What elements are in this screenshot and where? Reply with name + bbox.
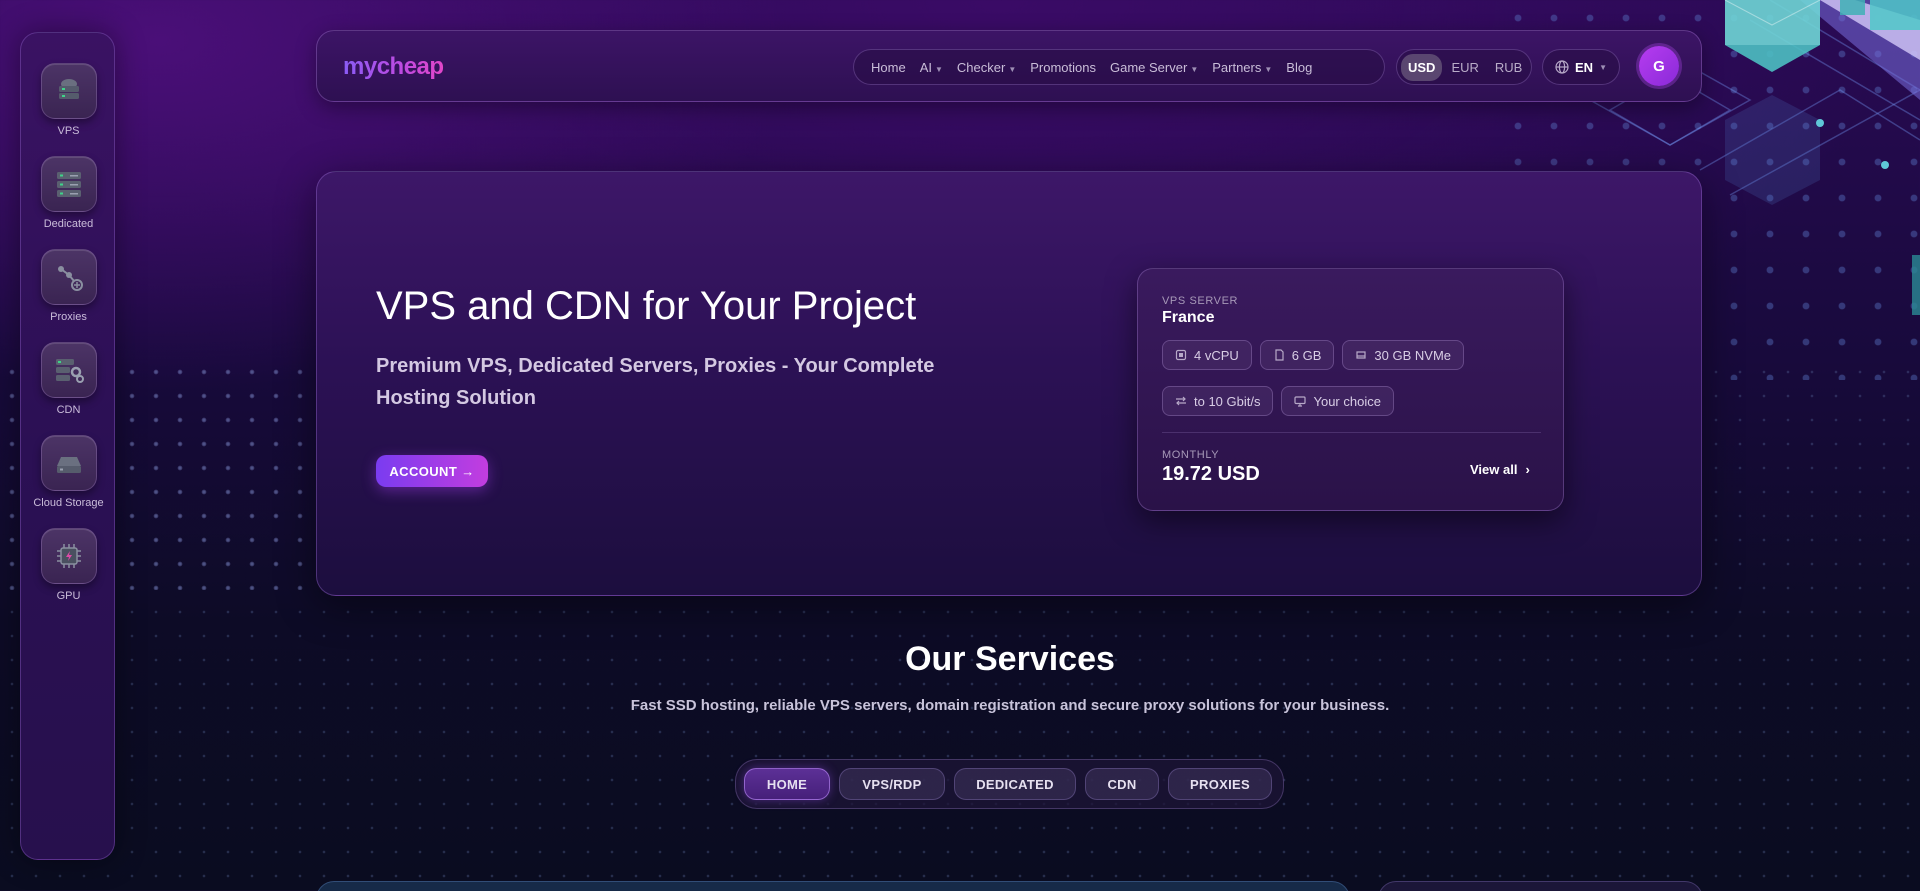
nav-label: Game Server (1110, 59, 1188, 75)
currency-switcher: USD EUR RUB (1396, 49, 1532, 85)
chevron-right-icon: › (1525, 462, 1530, 477)
nav-label: Checker (956, 59, 1006, 75)
sidebar-item-cdn[interactable]: CDN (21, 342, 116, 416)
sidebar-item-gpu[interactable]: GPU (21, 528, 116, 602)
server-price: 19.72 USD (1162, 463, 1260, 485)
nav-item-checker[interactable]: Checker ▼ (950, 60, 1023, 75)
language-selector[interactable]: EN ▼ (1542, 49, 1620, 85)
sidebar-item-label: Proxies (50, 311, 87, 323)
services-tabs: HOME VPS/RDP DEDICATED CDN PROXIES (735, 759, 1284, 809)
nav-label: Home (871, 59, 906, 75)
sidebar-item-label: Cloud Storage (33, 497, 104, 509)
spec-os: Your choice (1281, 386, 1394, 416)
chevron-down-icon: ▼ (1599, 62, 1607, 72)
nav-item-promotions[interactable]: Promotions (1023, 60, 1103, 75)
cloud-storage-icon (40, 435, 97, 491)
currency-rub[interactable]: RUB (1488, 54, 1529, 81)
main-nav: Home AI ▼ Checker ▼ Promotions Game Server… (853, 49, 1385, 85)
chevron-down-icon: ▼ (1008, 64, 1017, 74)
nav-label: AI (919, 59, 932, 75)
sidebar: VPS Dedicated Proxies CDN Cloud Storage … (20, 32, 115, 860)
hero-subtitle: Premium VPS, Dedicated Servers, Proxies … (376, 355, 935, 409)
account-button[interactable]: ACCOUNT → (376, 455, 488, 487)
tab-vps-rdp[interactable]: VPS/RDP (839, 768, 945, 800)
sidebar-item-label: Dedicated (43, 218, 94, 230)
tab-dedicated[interactable]: DEDICATED (954, 768, 1076, 800)
proxies-icon (40, 249, 97, 305)
brand-logo[interactable]: mycheap (343, 53, 444, 81)
memory-icon (1275, 349, 1284, 361)
chevron-down-icon: ▼ (1190, 64, 1199, 74)
language-label: EN (1575, 59, 1594, 75)
spec-cpu-label: 4 vCPU (1194, 347, 1239, 363)
currency-usd[interactable]: USD (1401, 53, 1443, 81)
sidebar-item-cloud-storage[interactable]: Cloud Storage (21, 435, 116, 509)
tab-home[interactable]: HOME (744, 768, 830, 800)
sidebar-item-vps[interactable]: VPS (21, 63, 116, 137)
card-caption: VPS SERVER (1162, 295, 1239, 307)
spec-network-label: to 10 Gbit/s (1194, 393, 1261, 409)
spec-ram: 6 GB (1259, 340, 1335, 370)
spec-network: to 10 Gbit/s (1162, 386, 1274, 416)
card-divider (1162, 432, 1541, 433)
services-subtitle: Fast SSD hosting, reliable VPS servers, … (630, 697, 1390, 714)
vps-icon (40, 63, 97, 119)
cpu-icon (1175, 349, 1187, 361)
sidebar-item-proxies[interactable]: Proxies (21, 249, 116, 323)
chevron-down-icon: ▼ (1264, 64, 1273, 74)
gpu-chip-icon (40, 528, 97, 584)
monitor-icon (1294, 396, 1307, 407)
tab-cdn[interactable]: CDN (1085, 768, 1159, 800)
billing-period: MONTHLY (1162, 449, 1220, 461)
spec-cpu: 4 vCPU (1162, 340, 1252, 370)
nav-item-blog[interactable]: Blog (1279, 60, 1319, 75)
service-card (316, 881, 1350, 891)
vps-server-card: VPS SERVER France 4 vCPU 6 GB 30 GB NVMe… (1137, 268, 1564, 511)
hero-section: VPS and CDN for Your Project Premium VPS… (316, 171, 1702, 596)
tab-proxies[interactable]: PROXIES (1168, 768, 1272, 800)
hero-title: VPS and CDN for Your Project (376, 284, 917, 328)
chevron-down-icon: ▼ (934, 64, 943, 74)
cdn-icon (40, 342, 97, 398)
spec-os-label: Your choice (1313, 393, 1381, 409)
sidebar-item-dedicated[interactable]: Dedicated (21, 156, 116, 230)
services-title: Our Services (905, 640, 1115, 678)
dedicated-server-icon (40, 156, 97, 212)
top-header: mycheap Home AI ▼ Checker ▼ Promotions Gam… (316, 30, 1702, 102)
user-avatar[interactable]: G (1639, 46, 1679, 86)
disk-icon (1356, 351, 1367, 359)
transfer-arrows-icon (1176, 396, 1186, 406)
nav-item-ai[interactable]: AI ▼ (913, 60, 950, 75)
spec-disk: 30 GB NVMe (1342, 340, 1465, 370)
view-all-link[interactable]: View all › (1470, 462, 1530, 477)
nav-label: Promotions (1030, 59, 1096, 75)
nav-item-home[interactable]: Home (864, 60, 913, 75)
spec-disk-label: 30 GB NVMe (1374, 347, 1452, 363)
nav-label: Blog (1286, 59, 1313, 75)
nav-item-partners[interactable]: Partners ▼ (1205, 60, 1279, 75)
nav-label: Partners (1212, 59, 1262, 75)
sidebar-item-label: VPS (57, 125, 80, 137)
server-location: France (1162, 309, 1215, 326)
sidebar-item-label: GPU (56, 590, 81, 602)
view-all-label: View all (1470, 462, 1518, 477)
globe-icon (1555, 60, 1569, 74)
currency-eur[interactable]: EUR (1444, 54, 1485, 81)
spec-ram-label: 6 GB (1291, 347, 1322, 363)
nav-item-game-server[interactable]: Game Server ▼ (1103, 60, 1205, 75)
sidebar-item-label: CDN (56, 404, 81, 416)
service-card (1378, 881, 1703, 891)
